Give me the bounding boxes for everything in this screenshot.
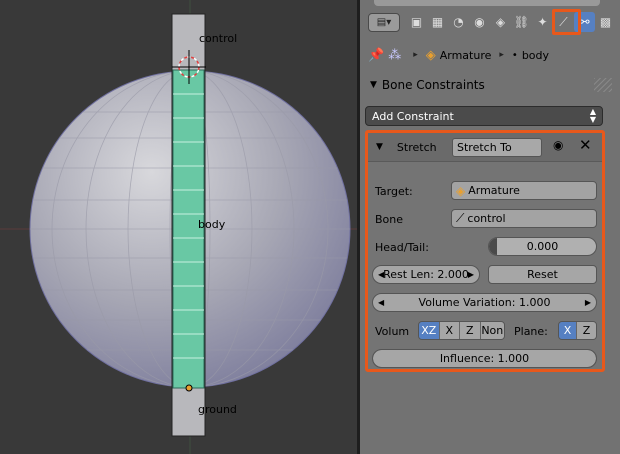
object-data-icon[interactable]: ✦ (532, 12, 553, 32)
target-field[interactable]: ◈ Armature (451, 181, 597, 200)
render-icon[interactable]: ▣ (406, 12, 427, 32)
target-label: Target: (375, 185, 413, 198)
pin-icon[interactable]: 📌 (368, 48, 384, 63)
headtail-value: 0.000 (526, 240, 559, 253)
object-constraints-icon[interactable]: ⛓ (511, 12, 532, 32)
decrement-arrow-icon[interactable]: ◀ (378, 298, 384, 307)
header-separator (368, 161, 602, 162)
influence-value: Influence: 1.000 (373, 350, 596, 367)
influence-slider[interactable]: Influence: 1.000 (372, 349, 597, 368)
volume-label: Volum (375, 325, 410, 338)
plane-option-z[interactable]: Z (577, 322, 596, 339)
bone-dot-icon: • (511, 49, 518, 61)
constraint-type-label: Stretch (396, 140, 437, 154)
render-layers-icon[interactable]: ▦ (427, 12, 448, 32)
active-tab-highlight (552, 9, 581, 35)
collapse-triangle-icon[interactable]: ▼ (370, 80, 377, 90)
world-icon[interactable]: ◉ (469, 12, 490, 32)
target-value: Armature (468, 184, 520, 197)
volume-option-x[interactable]: X (439, 322, 461, 339)
viewport-canvas[interactable] (0, 0, 357, 454)
close-icon[interactable]: ✕ (579, 136, 592, 154)
plane-option-x[interactable]: X (559, 322, 578, 339)
add-constraint-dropdown[interactable]: Add Constraint ▲ ▼ (365, 106, 603, 126)
breadcrumb-separator-icon: ▸ (499, 50, 504, 60)
bone-value: control (467, 212, 506, 225)
stretch-to-constraint: ▼ Stretch Stretch To ◉ ✕ Target: ◈ Armat… (365, 130, 605, 372)
breadcrumb-separator-icon: ▸ (413, 50, 418, 60)
updown-arrows-icon: ▲ ▼ (589, 107, 596, 124)
plane-label: Plane: (514, 325, 548, 338)
bone-label: Bone (375, 213, 404, 226)
armature-data-icon: ⁂ (388, 47, 402, 63)
panel-title: Bone Constraints (381, 78, 485, 92)
breadcrumb-bone[interactable]: body (522, 49, 549, 62)
increment-arrow-icon[interactable]: ▶ (468, 270, 474, 279)
increment-arrow-icon[interactable]: ▶ (585, 298, 591, 307)
reset-button[interactable]: Reset (488, 265, 597, 284)
3d-viewport[interactable]: control body ground (0, 0, 357, 454)
editor-type-selector[interactable]: ▤▾ (368, 13, 400, 32)
decrement-arrow-icon[interactable]: ◀ (378, 270, 384, 279)
breadcrumb-object[interactable]: Armature (440, 49, 492, 62)
headtail-label: Head/Tail: (375, 241, 429, 254)
header-scrollbar[interactable] (374, 0, 600, 6)
constraint-name-field[interactable]: Stretch To (452, 138, 542, 157)
bone-icon: ⟋ (456, 211, 465, 225)
volume-variation-value: Volume Variation: 1.000 (418, 296, 551, 309)
control-bone-label: control (199, 32, 238, 45)
volume-variation-field[interactable]: ◀ Volume Variation: 1.000 ▶ (372, 293, 597, 312)
ground-joint-icon[interactable] (185, 384, 193, 392)
breadcrumb: 📌 ⁂ ▸ ◈ Armature ▸ • body (368, 44, 616, 66)
collapse-triangle-icon[interactable]: ▼ (376, 142, 383, 152)
eye-icon[interactable]: ◉ (553, 138, 563, 152)
blender-window: control body ground ▤▾ ▣▦◔◉◈⛓✦⟋⚯▩▾ 📌 ⁂ ▸… (0, 0, 620, 454)
panel-grip-icon[interactable] (594, 78, 612, 92)
body-bone-label: body (198, 218, 226, 231)
add-constraint-label: Add Constraint (372, 109, 454, 123)
bone-field[interactable]: ⟋ control (451, 209, 597, 228)
armature-object-icon: ◈ (425, 47, 436, 63)
headtail-slider[interactable]: 0.000 (488, 237, 597, 256)
texture-icon[interactable]: ▩ (595, 12, 616, 32)
properties-editor: ▤▾ ▣▦◔◉◈⛓✦⟋⚯▩▾ 📌 ⁂ ▸ ◈ Armature ▸ • body… (360, 0, 620, 454)
object-icon[interactable]: ◈ (490, 12, 511, 32)
volume-option-z[interactable]: Z (460, 322, 481, 339)
bone-constraints-panel-header[interactable]: ▼ Bone Constraints (364, 74, 614, 96)
plane-selector: X Z (558, 321, 597, 340)
volume-option-xz[interactable]: XZ (419, 322, 440, 339)
constraint-header[interactable]: ▼ Stretch Stretch To ◉ ✕ (368, 133, 602, 161)
ground-bone-label: ground (198, 403, 237, 416)
rest-length-field[interactable]: ◀ Rest Len: 2.000 ▶ (372, 265, 480, 284)
more-icon[interactable]: ▾ (616, 12, 620, 32)
rest-length-value: Rest Len: 2.000 (383, 268, 469, 281)
armature-object-icon: ◈ (456, 183, 466, 198)
scene-icon[interactable]: ◔ (448, 12, 469, 32)
volume-option-none[interactable]: Non (480, 322, 504, 339)
volume-mode-selector: XZ X Z Non (418, 321, 505, 340)
